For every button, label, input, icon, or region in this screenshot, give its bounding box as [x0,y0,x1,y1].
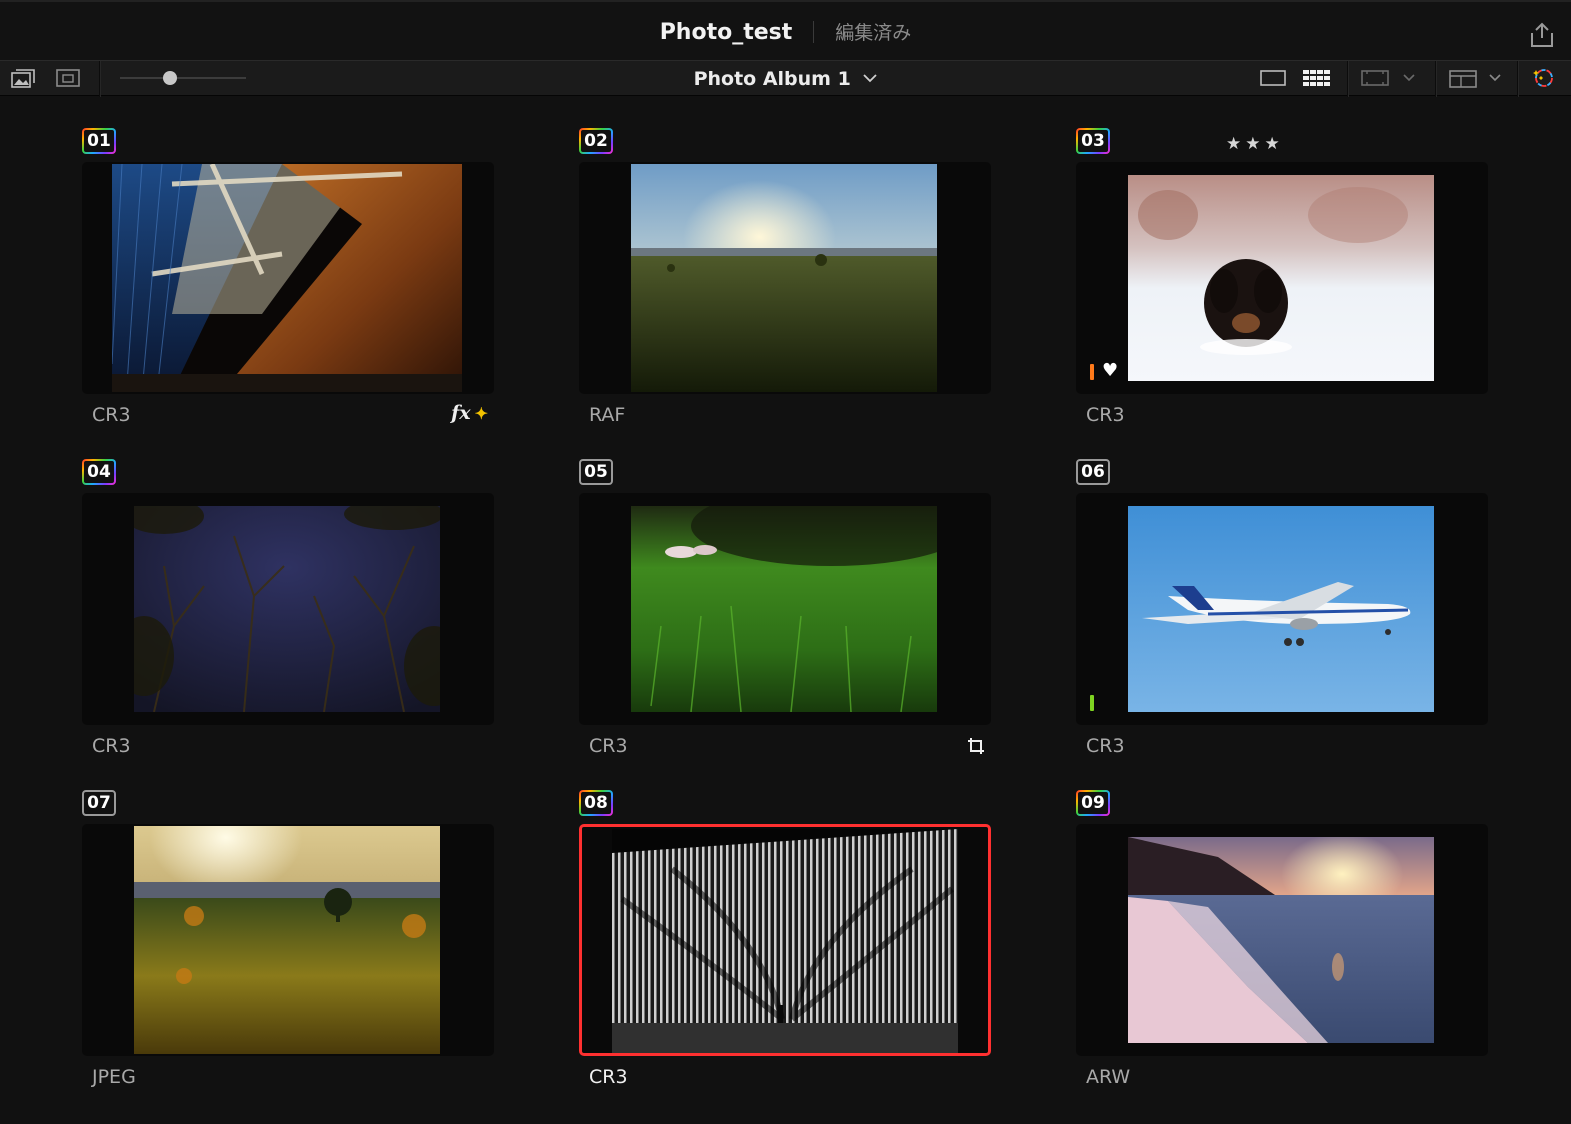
photo-card-05[interactable]: 05 CR3 [579,427,991,757]
photo-thumbnail-frame[interactable] [579,162,991,394]
photo-thumbnail-frame[interactable] [1076,493,1488,725]
file-format-label: CR3 [92,404,131,426]
photo-number-badge[interactable]: 07 [82,790,116,816]
photo-card-01[interactable]: 01 CR3 fx ✦ [82,96,494,426]
effects-indicator: fx ✦ [451,402,488,424]
thumbnail-size-slider-knob[interactable] [163,71,177,85]
photo-number-badge[interactable]: 05 [579,459,613,485]
photo-card-08[interactable]: 08 CR3 [579,758,991,1088]
photo-image [134,826,440,1054]
grid-icon [1303,70,1330,86]
photo-number-badge[interactable]: 06 [1076,459,1110,485]
file-format-label: JPEG [92,1066,136,1088]
photo-thumbnail-frame[interactable] [82,162,494,394]
green-flag[interactable] [1090,695,1094,711]
file-format-label: RAF [589,404,626,426]
photo-card-03[interactable]: 03 ★★★ ♥ CR3 [1076,96,1488,426]
photo-image [612,829,958,1053]
thumbnail-size-slider[interactable] [120,77,246,79]
export-button[interactable] [1527,20,1557,50]
photo-number-badge[interactable]: 04 [82,459,116,485]
file-format-label: CR3 [1086,404,1125,426]
photo-card-04[interactable]: 04 CR3 [82,427,494,757]
crop-view-dropdown[interactable] [1360,67,1418,89]
file-format-label: CR3 [589,1066,628,1088]
photo-thumbnail-frame[interactable] [1076,824,1488,1056]
heart-icon[interactable]: ♥ [1102,362,1118,380]
sparkle-icon: ✦ [474,404,488,423]
star-rating[interactable]: ★★★ [1226,134,1284,154]
toolbar-divider [1347,61,1349,97]
grid-view-button[interactable] [1302,67,1332,89]
photo-image [112,164,462,392]
album-selector[interactable]: Photo Album 1 [686,61,886,97]
file-format-label: CR3 [92,735,131,757]
photo-card-07[interactable]: 07 JPEG [82,758,494,1088]
file-format-label: ARW [1086,1066,1131,1088]
photo-card-09[interactable]: 09 ARW [1076,758,1488,1088]
photo-number-badge[interactable]: 03 [1076,128,1110,154]
photo-thumbnail-frame-selected[interactable] [579,824,991,1056]
viewer-button[interactable] [55,67,81,89]
photo-thumbnail-frame[interactable] [82,824,494,1056]
album-name: Photo Album 1 [693,68,851,90]
layout-dropdown[interactable] [1448,67,1506,89]
project-title-group: Photo_test 編集済み [0,16,1571,50]
toolbar: Photo Album 1 [0,60,1571,97]
photo-thumbnail-frame[interactable] [579,493,991,725]
fx-icon: fx [451,402,471,424]
orange-flag[interactable] [1090,364,1094,380]
media-pool-button[interactable] [10,67,36,89]
photo-card-06[interactable]: 06 CR3 [1076,427,1488,757]
layout-icon [1449,70,1501,88]
photo-number-badge[interactable]: 01 [82,128,116,154]
toolbar-divider [99,61,101,97]
single-view-icon [1260,70,1286,86]
photo-image [134,506,440,712]
file-format-label: CR3 [589,735,628,757]
photo-image [631,164,937,392]
single-view-button[interactable] [1260,67,1286,89]
title-divider [813,21,815,43]
photo-image [631,506,937,712]
share-icon [1531,22,1553,47]
project-name: Photo_test [659,20,793,45]
photo-image [1128,506,1434,712]
edit-status: 編集済み [835,22,912,44]
title-bar: Photo_test 編集済み [0,0,1571,60]
photo-stack-icon [11,69,35,88]
photo-grid: 01 CR3 fx ✦ 02 RAF 03 ★★★ ♥ CR3 04 CR3 0… [0,96,1571,1124]
photo-image [1128,837,1434,1043]
ai-enhance-button[interactable] [1530,67,1556,89]
crop-indicator [967,737,985,755]
toolbar-divider [1435,61,1437,97]
photo-thumbnail-frame[interactable]: ♥ [1076,162,1488,394]
color-sparkle-icon [1533,69,1553,87]
photo-image [1128,175,1434,381]
file-format-label: CR3 [1086,735,1125,757]
photo-card-02[interactable]: 02 RAF [579,96,991,426]
photo-number-badge[interactable]: 09 [1076,790,1110,816]
image-frame-icon [56,69,80,87]
photo-thumbnail-frame[interactable] [82,493,494,725]
photo-number-badge[interactable]: 08 [579,790,613,816]
frame-guide-icon [1361,70,1415,86]
crop-icon [968,738,984,754]
toolbar-divider [1517,61,1519,97]
chevron-down-icon [863,74,878,83]
photo-number-badge[interactable]: 02 [579,128,613,154]
